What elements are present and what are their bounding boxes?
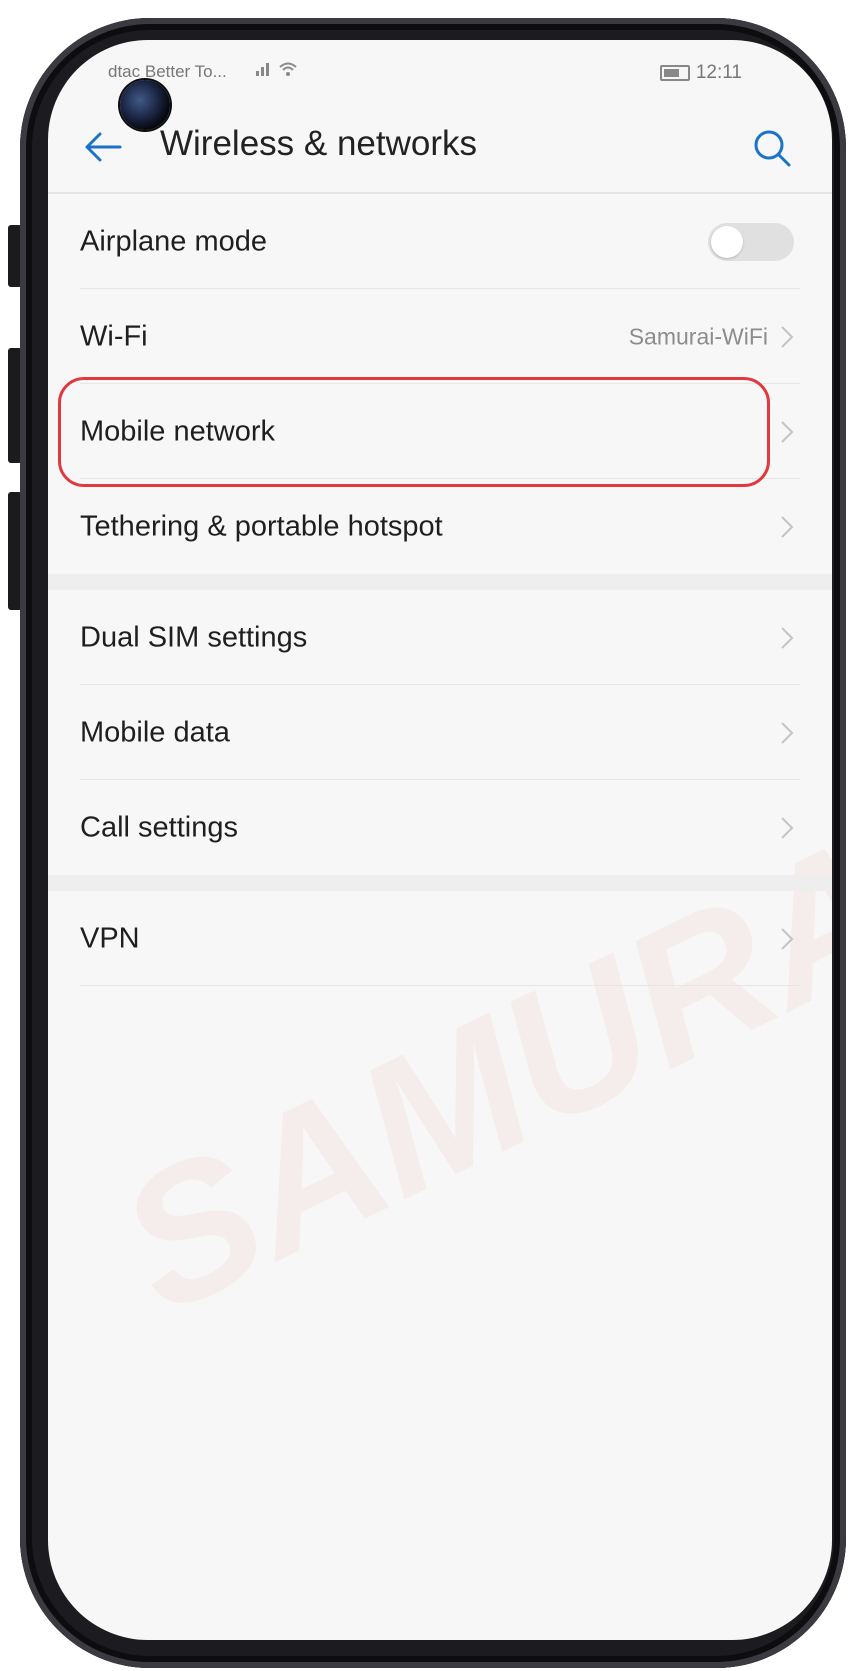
search-icon[interactable] xyxy=(750,126,794,170)
row-dual-sim[interactable]: Dual SIM settings xyxy=(48,590,832,685)
row-vpn[interactable]: VPN xyxy=(48,891,832,986)
signal-wifi-icons xyxy=(256,58,306,83)
chevron-right-icon xyxy=(781,325,794,348)
status-time: 12:11 xyxy=(695,62,742,83)
toggle-knob xyxy=(711,225,743,258)
battery-indicator: 12:11 xyxy=(659,62,742,84)
wifi-network-name: Samurai-WiFi xyxy=(628,323,768,349)
chevron-right-icon xyxy=(781,420,794,443)
row-mobile-data[interactable]: Mobile data xyxy=(48,685,832,780)
chevron-right-icon xyxy=(781,626,794,649)
row-tethering[interactable]: Tethering & portable hotspot xyxy=(48,479,832,574)
page-title: Wireless & networks xyxy=(160,124,478,163)
section-divider xyxy=(48,574,832,590)
chevron-right-icon xyxy=(781,515,794,538)
chevron-right-icon xyxy=(781,721,794,744)
signal-icon xyxy=(256,62,297,76)
airplane-mode-label: Airplane mode xyxy=(80,225,267,257)
carrier-name: dtac Better To... xyxy=(108,62,227,81)
phone-screen: SAMURAI SIM dtac Better To... 12:11 Wire… xyxy=(48,40,832,1640)
chevron-right-icon xyxy=(781,927,794,950)
row-airplane-mode[interactable]: Airplane mode xyxy=(48,194,832,289)
tethering-label: Tethering & portable hotspot xyxy=(80,510,443,542)
settings-list: Airplane mode Wi-Fi Samurai-WiFi Mobile … xyxy=(48,194,832,986)
chevron-right-icon xyxy=(781,816,794,839)
header: Wireless & networks xyxy=(48,100,832,192)
row-mobile-network[interactable]: Mobile network xyxy=(48,384,832,479)
row-wifi[interactable]: Wi-Fi Samurai-WiFi xyxy=(48,289,832,384)
row-divider xyxy=(80,985,800,986)
call-settings-label: Call settings xyxy=(80,811,238,843)
row-call-settings[interactable]: Call settings xyxy=(48,780,832,875)
wifi-label: Wi-Fi xyxy=(80,320,148,352)
mobile-network-label: Mobile network xyxy=(80,415,276,447)
back-arrow-icon[interactable] xyxy=(80,124,126,170)
dual-sim-label: Dual SIM settings xyxy=(80,621,308,653)
vpn-label: VPN xyxy=(80,922,140,954)
section-divider xyxy=(48,875,832,891)
airplane-mode-toggle[interactable] xyxy=(708,222,794,261)
battery-icon xyxy=(659,65,690,81)
mobile-data-label: Mobile data xyxy=(80,716,230,748)
